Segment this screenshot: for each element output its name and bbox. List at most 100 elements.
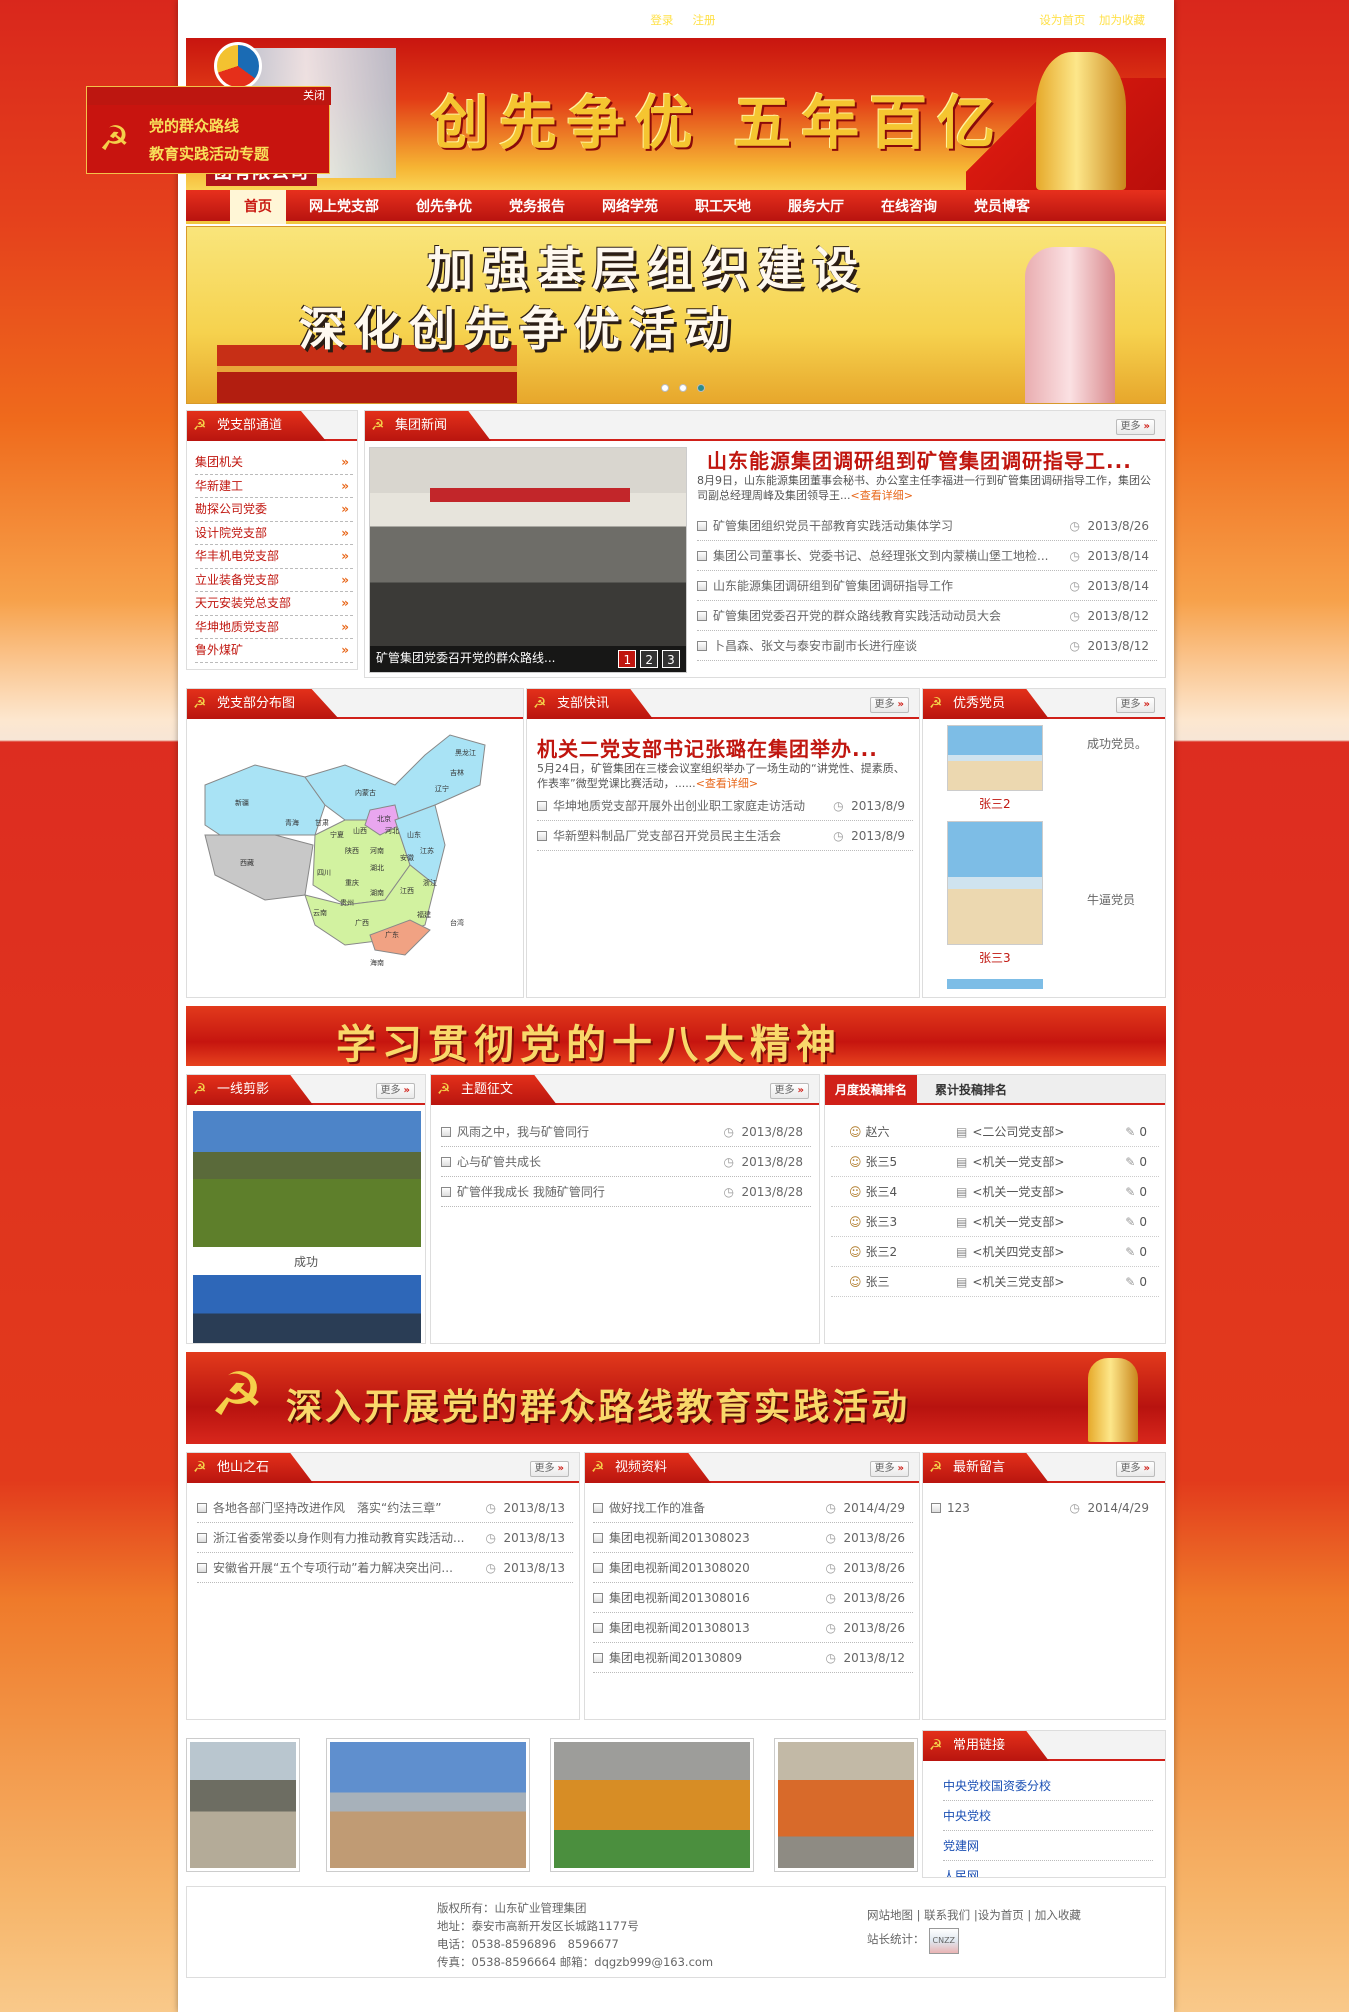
map-tibet[interactable] [204,834,314,901]
branch-item[interactable]: 勘探公司党委» [195,498,353,522]
more-button[interactable]: 更多» [1115,697,1155,713]
branch-item[interactable]: 天元安装党总支部» [195,592,353,616]
nav-excellence[interactable]: 创先争优 [402,190,486,224]
nav-blog[interactable]: 党员博客 [960,190,1044,224]
nav-home[interactable]: 首页 [230,190,286,224]
branch-item[interactable]: 华新建工» [195,475,353,498]
banner-dot-active[interactable] [697,384,705,392]
nav-academy[interactable]: 网络学苑 [588,190,672,224]
ranking-row[interactable]: 张三<机关三党支部>0 [831,1267,1159,1297]
link-item[interactable]: 中央党校 [943,1801,1153,1831]
detail-link[interactable]: <查看详细> [851,489,913,502]
more-button[interactable]: 更多» [869,697,909,713]
login-link[interactable]: 登录 [650,13,673,27]
link-item[interactable]: 中央党校国资委分校 [943,1771,1153,1801]
nav-consult[interactable]: 在线咨询 [867,190,951,224]
news-item[interactable]: 卜昌森、张文与泰安市副市长进行座谈2013/8/12 [697,631,1157,661]
front-photo[interactable] [193,1275,421,1343]
front-photo[interactable] [193,1111,421,1247]
branch-item[interactable]: 鲁外煤矿» [195,639,353,663]
video-item[interactable]: 集团电视新闻2013080132013/8/26 [593,1613,913,1643]
news-headline[interactable]: 山东能源集团调研组到矿管集团调研指导工... [707,445,1155,474]
video-item[interactable]: 集团电视新闻2013080202013/8/26 [593,1553,913,1583]
essay-item[interactable]: 风雨之中，我与矿管同行2013/8/28 [441,1117,811,1147]
pager-1[interactable]: 1 [618,650,637,668]
register-link[interactable]: 注册 [693,13,716,27]
news-item[interactable]: 安徽省开展“五个专项行动”着力解决突出问...2013/8/13 [197,1553,573,1583]
video-item[interactable]: 集团电视新闻2013080232013/8/26 [593,1523,913,1553]
more-button[interactable]: 更多» [869,1461,909,1477]
more-button[interactable]: 更多» [1115,1461,1155,1477]
study-banner[interactable]: 学习贯彻党的十八大精神 [186,1006,1166,1066]
hero-banner[interactable]: 加强基层组织建设 深化创先争优活动 [186,226,1166,404]
news-item[interactable]: 集团公司董事长、党委书记、总经理张文到内蒙横山堡工地检...2013/8/14 [697,541,1157,571]
nav-service[interactable]: 服务大厅 [774,190,858,224]
more-button[interactable]: 更多» [1115,419,1155,435]
company-logo [214,42,262,90]
news-item[interactable]: 华新塑料制品厂党支部召开党员民主生活会2013/8/9 [537,821,913,851]
link-item[interactable]: 党建网 [943,1831,1153,1861]
branch-item[interactable]: 华坤地质党支部» [195,616,353,639]
branch-headline[interactable]: 机关二党支部书记张璐在集团举办... [537,733,907,762]
essay-item[interactable]: 心与矿管共成长2013/8/28 [441,1147,811,1177]
member-photo [947,821,1043,945]
member-card[interactable]: 张三3 牛逼党员 [947,821,1157,967]
detail-link[interactable]: <查看详细> [696,777,758,790]
thumb-image [330,1742,526,1868]
ranking-row[interactable]: 赵六<二公司党支部>0 [831,1117,1159,1147]
video-item[interactable]: 集团电视新闻2013080162013/8/26 [593,1583,913,1613]
ranking-row[interactable]: 张三5<机关一党支部>0 [831,1147,1159,1177]
message-item[interactable]: 1232014/4/29 [931,1493,1157,1523]
link-item[interactable]: 人民网 [943,1861,1153,1877]
branch-item[interactable]: 华丰机电党支部» [195,545,353,569]
double-arrow-icon: » [341,619,349,634]
news-item[interactable]: 山东能源集团调研组到矿管集团调研指导工作2013/8/14 [697,571,1157,601]
ranking-row[interactable]: 张三2<机关四党支部>0 [831,1237,1159,1267]
nav-online-branch[interactable]: 网上党支部 [295,190,393,224]
ranking-row[interactable]: 张三3<机关一党支部>0 [831,1207,1159,1237]
cnzz-badge[interactable]: CNZZ [928,1928,960,1954]
thumb-photo[interactable] [774,1738,918,1872]
more-button[interactable]: 更多» [769,1083,809,1099]
news-item[interactable]: 矿管集团组织党员干部教育实践活动集体学习2013/8/26 [697,511,1157,541]
footer-nav-links[interactable]: 网站地图 | 联系我们 |设为首页 | 加入收藏 [867,1903,1081,1927]
thumb-photo[interactable] [550,1738,754,1872]
mass-line-banner[interactable]: ☭ 深入开展党的群众路线教育实践活动 [186,1352,1166,1444]
members-box: ☭ 优秀党员 更多» 张三2 成功党员。 张三3 牛逼党员 [922,688,1166,998]
more-button[interactable]: 更多» [529,1461,569,1477]
banner-dot[interactable] [661,384,669,392]
favorite-link[interactable]: 加为收藏 [1099,13,1145,27]
member-card[interactable]: 张三2 成功党员。 [947,725,1157,815]
branch-item[interactable]: 集团机关» [195,451,353,475]
news-item[interactable]: 浙江省委常委以身作则有力推动教育实践活动...2013/8/13 [197,1523,573,1553]
nav-party-report[interactable]: 党务报告 [495,190,579,224]
news-photo[interactable]: 矿管集团党委召开党的群众路线... 1 2 3 [369,447,687,673]
video-item[interactable]: 做好找工作的准备2014/4/29 [593,1493,913,1523]
news-item[interactable]: 各地各部门坚持改进作风 落实“约法三章”2013/8/13 [197,1493,573,1523]
thumb-photo[interactable] [326,1738,530,1872]
pager-3[interactable]: 3 [662,650,680,668]
set-home-link[interactable]: 设为首页 [1039,13,1085,27]
nav-staff[interactable]: 职工天地 [681,190,765,224]
thumb-photo[interactable] [186,1738,300,1872]
doc-icon [537,801,547,811]
branch-item[interactable]: 立业装备党支部» [195,569,353,592]
china-map[interactable]: 新疆 西藏 青海 甘肃 内蒙古 黑龙江 吉林 辽宁 北京 河北 山西 陕西 宁夏… [195,725,495,975]
floating-ad[interactable]: 关闭 ☭ 党的群众路线 教育实践活动专题 [86,86,331,174]
more-button[interactable]: 更多» [375,1083,415,1099]
video-item[interactable]: 集团电视新闻201308092013/8/12 [593,1643,913,1673]
news-item[interactable]: 华坤地质党支部开展外出创业职工家庭走访活动2013/8/9 [537,791,913,821]
box-header: ☭ 支部快讯 更多» [527,689,919,719]
map-label: 河南 [370,846,384,855]
banner-dot[interactable] [679,384,687,392]
close-button[interactable]: 关闭 [87,87,331,105]
tab-total[interactable]: 累计投稿排名 [925,1075,1017,1105]
news-item[interactable]: 矿管集团党委召开党的群众路线教育实践活动动员大会2013/8/12 [697,601,1157,631]
header-slogan: 创先争优 五年百亿 [431,89,1006,157]
tab-monthly[interactable]: 月度投稿排名 [825,1075,918,1105]
pager-2[interactable]: 2 [640,650,659,668]
essay-item[interactable]: 矿管伴我成长 我随矿管同行2013/8/28 [441,1177,811,1207]
ranking-row[interactable]: 张三4<机关一党支部>0 [831,1177,1159,1207]
map-label: 河北 [385,827,399,835]
branch-item[interactable]: 设计院党支部» [195,522,353,545]
